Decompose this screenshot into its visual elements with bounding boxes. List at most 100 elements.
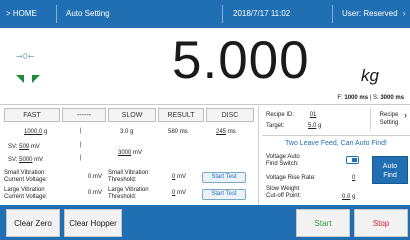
target: Target: 5.0 g [266,123,321,129]
fast-target-value[interactable]: 1000.0 [24,129,42,135]
large-vibration-value: 0 mV [88,190,103,196]
recipe-id-value: 01 [309,112,317,118]
result-number: 580 [168,129,179,135]
small-vibration-threshold-label: Small Vibration Threshold: [108,170,149,183]
divider [370,108,371,130]
small-vibration-threshold[interactable]: 0 mV [172,174,186,180]
small-vibration-value: 0 mV [88,174,103,180]
swcp-unit: g [352,194,356,200]
slow-weight-cutoff-label: Slow Weight Cut-off Point: [266,186,301,200]
sv2-value[interactable]: 5000 [19,157,32,163]
divider [56,5,57,23]
slow-weight-cutoff-field[interactable]: 0.0 g [342,194,355,200]
header-fast: FAST [4,108,60,122]
start-button[interactable]: Start [296,209,350,237]
header-disc: DISC [206,108,254,122]
small-vibration-label: Small Vibration Current Voltage: [4,170,48,183]
auto-find-label-1: Auto [382,163,398,170]
slow-value-unit: g [130,129,134,135]
slow-mv-unit: mV [133,150,143,156]
voltage-rise-rate: Voltage Rise Rate: [266,175,316,181]
auto-find-label-2: Find [383,172,397,179]
chevron-right-icon: › [404,110,407,120]
large-vibration-threshold-value[interactable]: 0 [172,190,175,196]
chevron-right-icon: › [402,9,406,18]
target-label: Target: [266,123,285,129]
small-vibration-threshold-unit: mV [177,174,187,180]
recipe-id: Recipe ID: 01 [266,112,316,118]
sv2[interactable]: SV: 5000 mV [8,157,43,163]
recipe-setting-button[interactable]: Recipe Setting › [370,108,408,130]
panel-divider [258,106,259,205]
header-slow: SLOW [108,108,156,122]
header-result: RESULT [158,108,204,122]
sv2-label: SV: [8,157,18,163]
slow-mv-value[interactable]: 3000 [118,150,131,156]
swcp-label-1: Slow Weight [266,186,300,192]
large-vibration-threshold[interactable]: 0 mV [172,190,186,196]
voltage-rise-rate-field[interactable]: 0 [352,175,355,181]
vrr-label: Voltage Rise Rate: [266,175,316,181]
slow-value-number: 3.0 [120,129,129,135]
sv1-unit: mV [30,144,40,150]
fast-target[interactable]: 1000.0 g [24,129,47,135]
recipe-id-label: Recipe ID: [266,112,295,118]
header-dash: ------ [62,108,106,122]
row2-divider: | [80,142,82,148]
clear-hopper-button[interactable]: Clear Hopper [64,209,122,237]
f-value: 1000 ms [344,95,369,101]
disc-number[interactable]: 245 [216,129,226,135]
recipe-setting-label-2: Setting [379,120,399,126]
home-button[interactable]: > HOME [6,0,37,28]
vrr-value[interactable]: 0 [352,175,355,181]
disc-unit: ms [227,129,236,135]
weight-display: →0← 5.000 kg F: 1000 ms | S: 3000 ms [0,28,410,105]
user-menu[interactable]: User: Reserved › [342,0,405,28]
top-bar: > HOME Auto Setting 2018/7/17 11:02 User… [0,0,410,28]
auto-find-button[interactable]: Auto Find [372,156,408,184]
f-label: F: [337,95,343,101]
voltage-auto-find-toggle[interactable] [346,156,359,164]
row3-divider: | [80,155,82,161]
fast-target-unit: g [44,129,48,135]
swcp-value[interactable]: 0.0 [342,194,350,200]
sv1-value[interactable]: 509 [19,144,29,150]
row1-divider: | [80,128,82,134]
weight-unit: kg [361,66,379,85]
stop-button[interactable]: Stop [354,209,408,237]
stable-indicator [16,70,40,83]
target-value: 5.0 [308,123,317,129]
large-vibration-threshold-label: Large Vibration Threshold: [108,187,149,200]
sv1[interactable]: SV: 509 mV [8,144,40,150]
recipe-setting-label-1: Recipe [379,112,399,118]
stable-arrows-icon [16,75,40,83]
bottom-toolbar: Clear Zero Clear Hopper Start Stop [0,205,410,240]
fast-slow-times: F: 1000 ms | S: 3000 ms [337,95,404,101]
divider [332,5,333,23]
target-unit: g [318,123,322,129]
disc-value[interactable]: 245 ms [216,129,236,135]
slow-mv[interactable]: 3000 mV [118,150,142,156]
voltage-auto-find-switch-label: Voltage Auto Find Switch: [266,154,300,168]
small-vibration-threshold-value[interactable]: 0 [172,174,175,180]
vafs-label-2: Find Switch: [266,161,299,167]
auto-find-notice: Two Leave Feed, Can Auto Find! [285,140,387,147]
large-vibration-threshold-unit: mV [177,190,187,196]
small-vibration-start-test-button[interactable]: Start Test [202,172,246,183]
zero-center-icon: →0← [16,52,35,61]
recipe-panel: Recipe ID: 01 Target: 5.0 g Recipe Setti… [262,108,410,208]
slow-value: 3.0 g [120,129,133,135]
divider [262,135,410,136]
vafs-label-1: Voltage Auto [266,154,300,160]
screen-title: Auto Setting [66,9,110,18]
datetime: 2018/7/17 11:02 [233,9,291,18]
result-unit: ms [179,129,188,135]
sv2-unit: mV [34,157,44,163]
result-value: 580 ms [168,129,188,135]
sv1-label: SV: [8,144,18,150]
clear-zero-button[interactable]: Clear Zero [6,209,60,237]
large-vibration-start-test-button[interactable]: Start Test [202,189,246,200]
s-label: S: [372,95,379,101]
divider [222,5,223,23]
large-vibration-label: Large Vibration Current Voltage: [4,187,48,200]
